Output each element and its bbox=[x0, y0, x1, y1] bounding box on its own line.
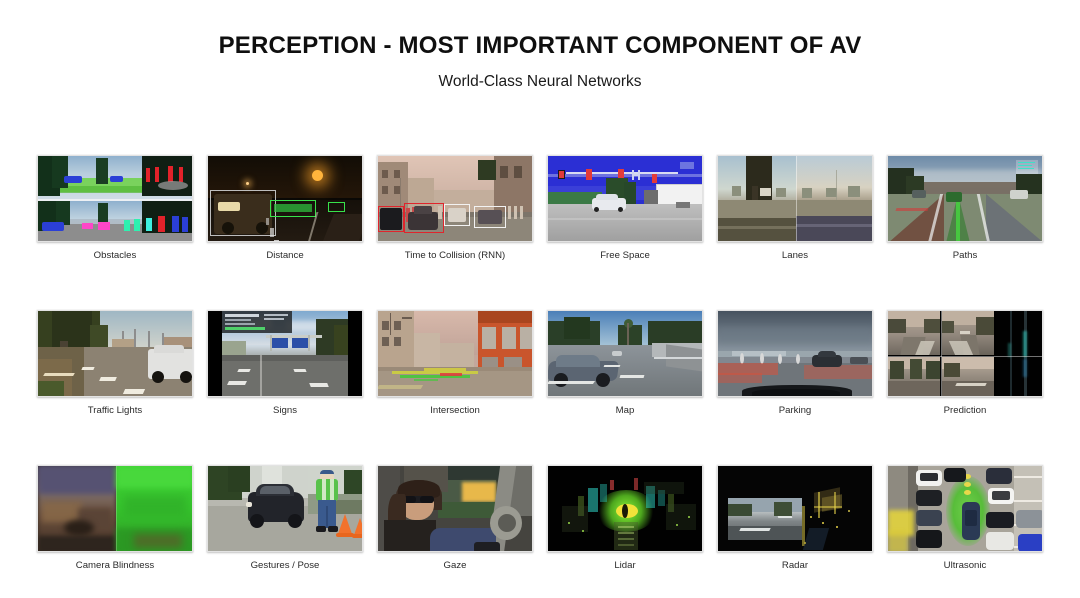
thumbnail-radar[interactable] bbox=[717, 465, 873, 552]
caption-signs: Signs bbox=[273, 405, 297, 416]
perception-cell-intersection[interactable]: Intersection bbox=[377, 310, 533, 417]
thumbnail-ultrasonic[interactable] bbox=[887, 465, 1043, 552]
caption-freespace: Free Space bbox=[600, 250, 650, 261]
caption-blindness: Camera Blindness bbox=[75, 560, 155, 571]
perception-cell-gestures[interactable]: Gestures / Pose bbox=[207, 465, 363, 572]
perception-cell-paths[interactable]: Paths bbox=[887, 155, 1043, 262]
caption-ttc: Time to Collision (RNN) bbox=[404, 250, 506, 261]
caption-obstacles: Obstacles bbox=[93, 250, 137, 261]
perception-cell-freespace[interactable]: Free Space bbox=[547, 155, 703, 262]
thumbnail-prediction[interactable] bbox=[887, 310, 1043, 397]
perception-cell-ultrasonic[interactable]: Ultrasonic bbox=[887, 465, 1043, 572]
perception-cell-distance[interactable]: Distance bbox=[207, 155, 363, 262]
caption-paths: Paths bbox=[952, 250, 978, 261]
thumbnail-distance[interactable] bbox=[207, 155, 363, 242]
page-subtitle: World-Class Neural Networks bbox=[438, 73, 642, 90]
caption-ultrasonic: Ultrasonic bbox=[943, 560, 987, 571]
perception-cell-ttc[interactable]: Time to Collision (RNN) bbox=[377, 155, 533, 262]
thumbnail-signs[interactable] bbox=[207, 310, 363, 397]
caption-prediction: Prediction bbox=[943, 405, 987, 416]
thumbnail-blindness[interactable] bbox=[37, 465, 193, 552]
thumbnail-gestures[interactable] bbox=[207, 465, 363, 552]
caption-intersection: Intersection bbox=[430, 405, 480, 416]
caption-lidar: Lidar bbox=[614, 560, 636, 571]
perception-cell-prediction[interactable]: Prediction bbox=[887, 310, 1043, 417]
caption-distance: Distance bbox=[266, 250, 304, 261]
slide-header: PERCEPTION - MOST IMPORTANT COMPONENT OF… bbox=[0, 30, 1080, 93]
thumbnail-lanes[interactable] bbox=[717, 155, 873, 242]
caption-parking: Parking bbox=[778, 405, 812, 416]
caption-gaze: Gaze bbox=[443, 560, 467, 571]
thumbnail-freespace[interactable] bbox=[547, 155, 703, 242]
caption-radar: Radar bbox=[781, 560, 809, 571]
perception-cell-obstacles[interactable]: Obstacles bbox=[37, 155, 193, 262]
perception-cell-lidar[interactable]: Lidar bbox=[547, 465, 703, 572]
thumbnail-ttc[interactable] bbox=[377, 155, 533, 242]
perception-cell-radar[interactable]: Radar bbox=[717, 465, 873, 572]
thumbnail-parking[interactable] bbox=[717, 310, 873, 397]
perception-cell-map[interactable]: Map bbox=[547, 310, 703, 417]
caption-gestures: Gestures / Pose bbox=[250, 560, 320, 571]
perception-cell-lanes[interactable]: Lanes bbox=[717, 155, 873, 262]
caption-trafficlights: Traffic Lights bbox=[87, 405, 143, 416]
perception-grid: Obstacles Distance Time to Collision (RN… bbox=[37, 155, 1043, 572]
thumbnail-lidar[interactable] bbox=[547, 465, 703, 552]
caption-lanes: Lanes bbox=[781, 250, 809, 261]
page-title: PERCEPTION - MOST IMPORTANT COMPONENT OF… bbox=[218, 32, 862, 59]
thumbnail-intersection[interactable] bbox=[377, 310, 533, 397]
slide-root: PERCEPTION - MOST IMPORTANT COMPONENT OF… bbox=[0, 0, 1080, 598]
perception-cell-signs[interactable]: Signs bbox=[207, 310, 363, 417]
perception-cell-parking[interactable]: Parking bbox=[717, 310, 873, 417]
perception-cell-blindness[interactable]: Camera Blindness bbox=[37, 465, 193, 572]
thumbnail-map[interactable] bbox=[547, 310, 703, 397]
thumbnail-gaze[interactable] bbox=[377, 465, 533, 552]
thumbnail-paths[interactable] bbox=[887, 155, 1043, 242]
thumbnail-trafficlights[interactable] bbox=[37, 310, 193, 397]
caption-map: Map bbox=[615, 405, 635, 416]
thumbnail-obstacles[interactable] bbox=[37, 155, 193, 242]
perception-cell-trafficlights[interactable]: Traffic Lights bbox=[37, 310, 193, 417]
perception-cell-gaze[interactable]: Gaze bbox=[377, 465, 533, 572]
